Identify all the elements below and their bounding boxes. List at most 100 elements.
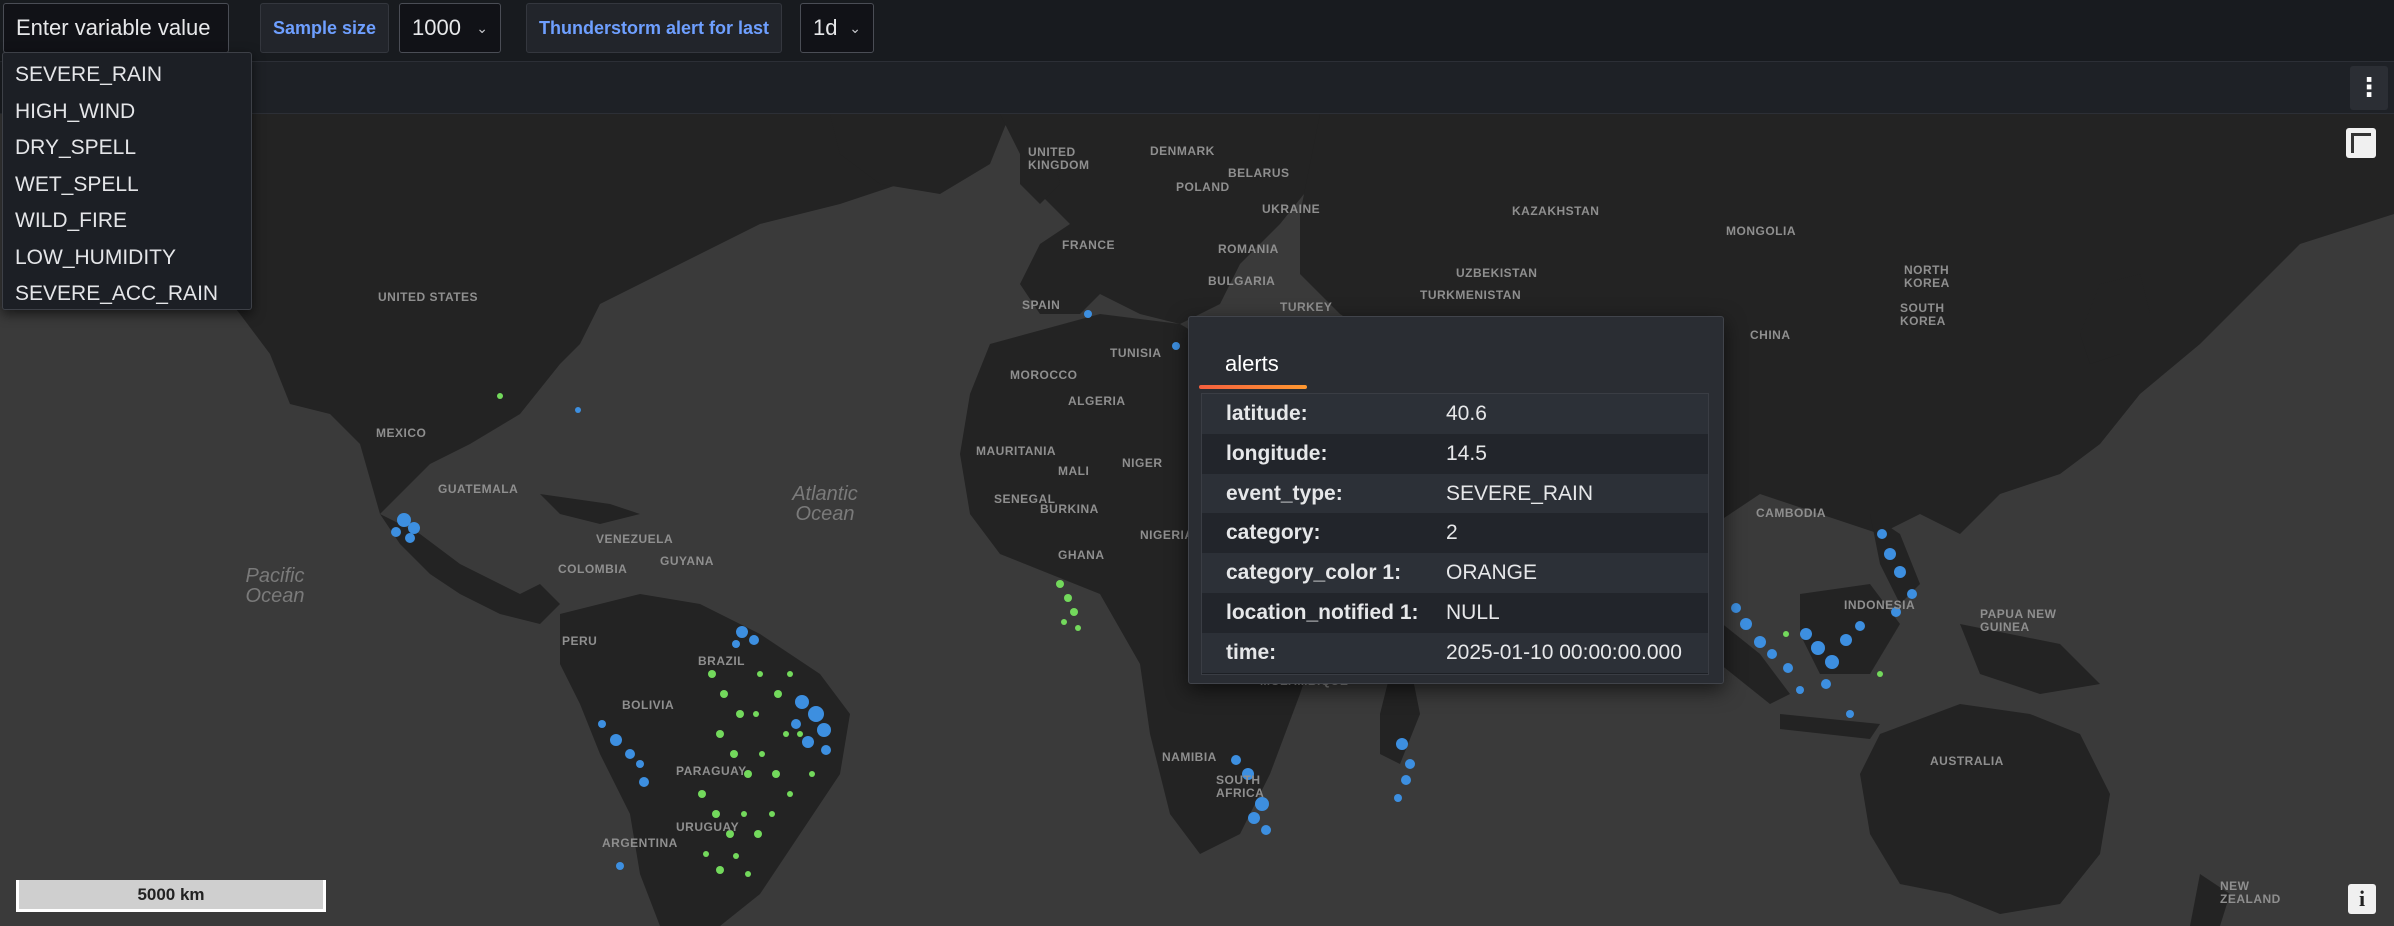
country-label: FRANCE <box>1062 238 1115 252</box>
table-row: category_color 1: ORANGE <box>1202 553 1708 593</box>
chevron-down-icon: ⌄ <box>849 20 861 36</box>
table-row: time: 2025-01-10 00:00:00.000 <box>1202 632 1708 673</box>
country-label: KAZAKHSTAN <box>1512 204 1600 218</box>
country-label: NORTH KOREA <box>1904 263 1950 290</box>
sample-size-label: Sample size <box>260 3 390 53</box>
dropdown-option-high-wind[interactable]: HIGH_WIND <box>3 94 251 131</box>
dropdown-option-low-humidity[interactable]: LOW_HUMIDITY <box>3 240 251 277</box>
property-value: SEVERE_RAIN <box>1446 481 1594 505</box>
country-label: CHINA <box>1750 328 1791 342</box>
variable-options-dropdown: SEVERE_RAIN HIGH_WIND DRY_SPELL WET_SPEL… <box>2 52 252 310</box>
property-value: 2025-01-10 00:00:00.000 <box>1446 640 1682 664</box>
country-label: ARGENTINA <box>602 836 678 850</box>
country-label: MAURITANIA <box>976 444 1057 458</box>
table-row: category: 2 <box>1202 513 1708 554</box>
country-label: BOLIVIA <box>622 698 675 712</box>
country-label: MONGOLIA <box>1726 224 1796 238</box>
country-label: MALI <box>1058 464 1090 478</box>
country-label: UKRAINE <box>1262 202 1321 216</box>
country-label: UNITED KINGDOM <box>1028 145 1090 172</box>
landmass-north-america <box>140 114 980 514</box>
layer-switcher-button[interactable] <box>2346 128 2376 158</box>
tooltip-properties-table: latitude: 40.6 longitude: 14.5 event_typ… <box>1201 393 1709 675</box>
landmass-australia <box>1860 704 2110 914</box>
table-row: latitude: 40.6 <box>1202 394 1708 434</box>
country-label: SPAIN <box>1022 298 1061 312</box>
info-icon: i <box>2358 886 2366 911</box>
country-label: NEW ZEALAND <box>2220 879 2281 906</box>
country-label: CAMBODIA <box>1756 506 1826 520</box>
country-label: SOUTH AFRICA <box>1216 773 1265 800</box>
table-row: event_type: SEVERE_RAIN <box>1202 473 1708 514</box>
landmass-south-america <box>560 594 850 926</box>
country-label: POLAND <box>1176 180 1230 194</box>
chevron-down-icon: ⌄ <box>476 20 488 36</box>
country-label: TURKMENISTAN <box>1420 288 1522 302</box>
variables-bar: Enter variable value Sample size 1000 ⌄ … <box>0 0 2394 62</box>
country-label: NIGERIA <box>1140 528 1194 542</box>
country-label: TUNISIA <box>1110 346 1162 360</box>
dropdown-option-wild-fire[interactable]: WILD_FIRE <box>3 203 251 240</box>
country-label: PAPUA NEW GUINEA <box>1980 607 2057 634</box>
ocean-atlantic-text: Atlantic Ocean <box>792 483 858 525</box>
sample-size-select[interactable]: 1000 ⌄ <box>399 3 501 53</box>
active-tab-indicator <box>1199 385 1307 389</box>
country-label: GUATEMALA <box>438 482 519 496</box>
property-value: 14.5 <box>1446 441 1487 465</box>
panel-header: ⋮ <box>0 62 2394 114</box>
property-key: time: <box>1226 640 1277 664</box>
country-label: BRAZIL <box>698 654 745 668</box>
country-label: DENMARK <box>1150 144 1215 158</box>
property-key: category_color 1: <box>1226 561 1402 585</box>
country-label: GUYANA <box>660 554 714 568</box>
thunderstorm-alert-value: 1d <box>813 15 838 40</box>
country-label: PARAGUAY <box>676 764 747 778</box>
country-label: URUGUAY <box>676 820 740 834</box>
country-label: PERU <box>562 634 598 648</box>
property-value: NULL <box>1446 600 1500 624</box>
dropdown-option-severe-acc-rain[interactable]: SEVERE_ACC_RAIN <box>3 276 251 313</box>
property-value: 40.6 <box>1446 402 1487 425</box>
dropdown-option-dry-spell[interactable]: DRY_SPELL <box>3 130 251 167</box>
country-label: MOROCCO <box>1010 368 1078 382</box>
data-point-tooltip: alerts latitude: 40.6 longitude: 14.5 ev… <box>1188 316 1724 684</box>
property-key: latitude: <box>1226 402 1308 425</box>
property-key: category: <box>1226 521 1321 545</box>
property-key: location_notified 1: <box>1226 600 1419 624</box>
country-label: AUSTRALIA <box>1930 754 2004 768</box>
layers-icon <box>2351 133 2371 153</box>
country-label: COLOMBIA <box>558 562 628 576</box>
country-label: INDONESIA <box>1844 598 1916 612</box>
country-label: UZBEKISTAN <box>1456 266 1538 280</box>
map-scale-bar: 5000 km <box>16 880 326 912</box>
country-label: BURKINA <box>1040 502 1099 516</box>
dropdown-option-severe-rain[interactable]: SEVERE_RAIN <box>3 57 251 94</box>
country-label: ALGERIA <box>1068 394 1126 408</box>
property-value: 2 <box>1446 521 1458 545</box>
thunderstorm-alert-select[interactable]: 1d ⌄ <box>800 3 874 53</box>
country-label: ROMANIA <box>1218 242 1279 256</box>
country-label: BELARUS <box>1228 166 1290 180</box>
variable-value-input[interactable]: Enter variable value <box>3 3 229 53</box>
landmass-central-america <box>380 514 560 624</box>
tooltip-tab-alerts[interactable]: alerts <box>1225 351 1279 377</box>
ocean-pacific-text: Pacific Ocean <box>245 565 305 607</box>
country-label: NIGER <box>1122 456 1163 470</box>
panel-menu-button[interactable]: ⋮ <box>2350 66 2388 110</box>
ocean-label-pacific: Pacific Ocean <box>230 566 320 606</box>
landmass-papua <box>1960 624 2100 694</box>
country-label: MEXICO <box>376 426 427 440</box>
attribution-info-button[interactable]: i <box>2348 884 2376 914</box>
country-label: VENEZUELA <box>596 532 674 546</box>
country-label: BULGARIA <box>1208 274 1276 288</box>
property-key: event_type: <box>1226 481 1343 505</box>
country-label: UNITED STATES <box>378 290 479 304</box>
property-value: ORANGE <box>1446 561 1538 585</box>
dropdown-option-wet-spell[interactable]: WET_SPELL <box>3 167 251 204</box>
country-label: SOUTH KOREA <box>1900 301 1946 328</box>
ocean-label-atlantic: Atlantic Ocean <box>770 484 880 524</box>
table-row: longitude: 14.5 <box>1202 433 1708 474</box>
sample-size-value: 1000 <box>412 15 461 40</box>
property-key: longitude: <box>1226 441 1328 465</box>
landmass-java <box>1780 714 1880 739</box>
